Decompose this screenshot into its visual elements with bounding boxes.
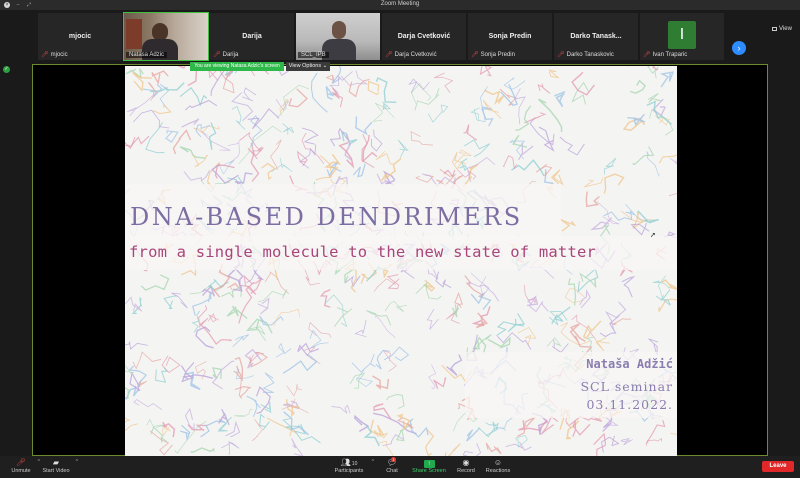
participant-tile[interactable]: Darko Tanask... 🎤︎ Darko Tanaskovic — [554, 13, 638, 60]
video-off-icon: ▰ — [52, 458, 60, 467]
participant-strip: mjocic 🎤︎ mjocic Natasa Adzic Darija 🎤︎ … — [0, 10, 800, 62]
record-icon: ◉ — [462, 458, 470, 467]
slide-subtitle: from a single molecule to the new state … — [129, 243, 597, 261]
participant-avatar: I — [668, 21, 696, 49]
grid-view-icon — [772, 27, 777, 31]
chat-button[interactable]: 💬︎ 1 Chat — [382, 457, 402, 474]
participant-tile[interactable]: mjocic 🎤︎ mjocic — [38, 13, 122, 60]
participant-label-text: Natasa Adzic — [129, 52, 165, 58]
view-button-label: View — [779, 26, 792, 32]
participant-label: SCL_IPB — [298, 52, 329, 58]
share-screen-button[interactable]: ↑ Share Screen — [410, 458, 448, 474]
meeting-toolbar: 🎤︎ Unmute ^ ▰ Start Video ^ 👥︎10 Partici… — [0, 456, 800, 478]
mouse-cursor-icon: ➚ — [650, 232, 656, 239]
muted-mic-icon: 🎤︎ — [643, 52, 651, 58]
muted-mic-icon: 🎤︎ — [385, 52, 393, 58]
bookshelf — [126, 19, 142, 49]
window-title: Zoom Meeting — [380, 1, 420, 7]
chat-icon: 💬︎ 1 — [386, 457, 398, 467]
participant-tile[interactable]: Sonja Predin 🎤︎ Sonja Predin — [468, 13, 552, 60]
participant-tile-active-speaker[interactable]: Natasa Adzic — [123, 12, 209, 61]
reactions-button[interactable]: ☺ Reactions — [484, 458, 512, 474]
share-screen-label: Share Screen — [412, 468, 446, 474]
chat-badge: 1 — [391, 457, 397, 462]
participant-label: 🎤︎ Darja Cvetković — [385, 51, 437, 59]
slide-title: DNA-BASED DENDRIMERS — [130, 203, 523, 231]
muted-mic-icon: 🎤︎ — [471, 52, 479, 58]
participant-label-text: Darija — [222, 51, 239, 58]
caret-up-icon[interactable]: ^ — [76, 459, 78, 465]
person-figure — [332, 21, 346, 39]
participant-name: Darko Tanask... — [570, 33, 622, 40]
participant-label-text: Darko Tanaskovic — [566, 51, 614, 58]
slide-date: 03.11.2022. — [586, 397, 673, 412]
participant-label: 🎤︎ Darko Tanaskovic — [557, 51, 614, 59]
chat-label: Chat — [386, 468, 398, 474]
unmute-button[interactable]: 🎤︎ Unmute ^ — [8, 458, 40, 474]
participant-label: Natasa Adzic — [126, 52, 168, 58]
slide-author: Nataša Adžić — [586, 357, 673, 371]
record-button[interactable]: ◉ Record — [455, 458, 477, 474]
muted-microphone-icon: 🎤︎ — [15, 458, 27, 467]
participant-label-text: Sonja Predin — [480, 51, 515, 58]
participant-tile[interactable]: Darja Cvetković 🎤︎ Darja Cvetković — [382, 13, 466, 60]
leave-button[interactable]: Leave — [762, 461, 794, 472]
participant-tile[interactable]: I 🎤︎ Ivan Traparic — [640, 13, 724, 60]
participants-button[interactable]: 👥︎10 Participants ^ — [332, 458, 374, 474]
reactions-icon: ☺ — [493, 458, 503, 467]
muted-mic-icon: 🎤︎ — [213, 52, 221, 58]
participant-tile[interactable]: SCL_IPB — [296, 13, 380, 60]
participant-tile[interactable]: Darija 🎤︎ Darija — [210, 13, 294, 60]
unmute-label: Unmute — [11, 468, 31, 474]
reactions-label: Reactions — [485, 468, 511, 474]
participant-name: Darja Cvetković — [397, 33, 451, 40]
chevron-down-icon: ⌄ — [322, 63, 328, 69]
share-screen-icon: ↑ — [423, 460, 435, 468]
encryption-shield-icon[interactable]: ✓ — [3, 66, 10, 73]
share-screen-icon-wrap: ↑ — [410, 458, 448, 468]
record-label: Record — [457, 468, 475, 474]
shared-screen: DNA-BASED DENDRIMERS from a single molec… — [32, 64, 768, 456]
next-page-arrow-icon[interactable]: › — [732, 41, 746, 55]
caret-up-icon[interactable]: ^ — [372, 459, 374, 465]
participants-count: 10 — [351, 461, 358, 467]
participant-label-text: mjocic — [50, 51, 68, 58]
zoom-meeting-window: × – ⤢ Zoom Meeting mjocic 🎤︎ mjocic Nata… — [0, 0, 800, 478]
slide: DNA-BASED DENDRIMERS from a single molec… — [125, 66, 677, 456]
participant-label: 🎤︎ mjocic — [41, 51, 68, 59]
participant-label-text: Ivan Traparic — [652, 51, 688, 58]
participants-label: Participants — [334, 468, 364, 474]
participant-label: 🎤︎ Ivan Traparic — [643, 51, 688, 59]
view-options-label: View Options — [288, 63, 322, 69]
participants-icon: 👥︎10 — [340, 458, 358, 467]
participant-name: Darija — [242, 33, 262, 40]
muted-mic-icon: 🎤︎ — [557, 52, 565, 58]
participant-label: 🎤︎ Darija — [213, 51, 239, 59]
participant-label: 🎤︎ Sonja Predin — [471, 51, 515, 59]
start-video-button[interactable]: ▰ Start Video ^ — [40, 458, 78, 474]
muted-mic-icon: 🎤︎ — [41, 52, 49, 58]
slide-seminar: SCL seminar — [580, 379, 673, 394]
title-bar: × – ⤢ Zoom Meeting — [0, 0, 800, 10]
participant-label-text: SCL_IPB — [301, 52, 326, 58]
viewing-screen-banner: You are viewing Natasa Adzic's screen — [190, 62, 284, 71]
view-button[interactable]: View — [772, 26, 792, 32]
participant-label-text: Darja Cvetković — [394, 51, 437, 58]
participant-name: mjocic — [68, 33, 92, 40]
participant-name: Sonja Predin — [488, 33, 532, 40]
view-options-button[interactable]: View Options ⌄ — [286, 62, 330, 71]
start-video-label: Start Video — [42, 468, 70, 474]
